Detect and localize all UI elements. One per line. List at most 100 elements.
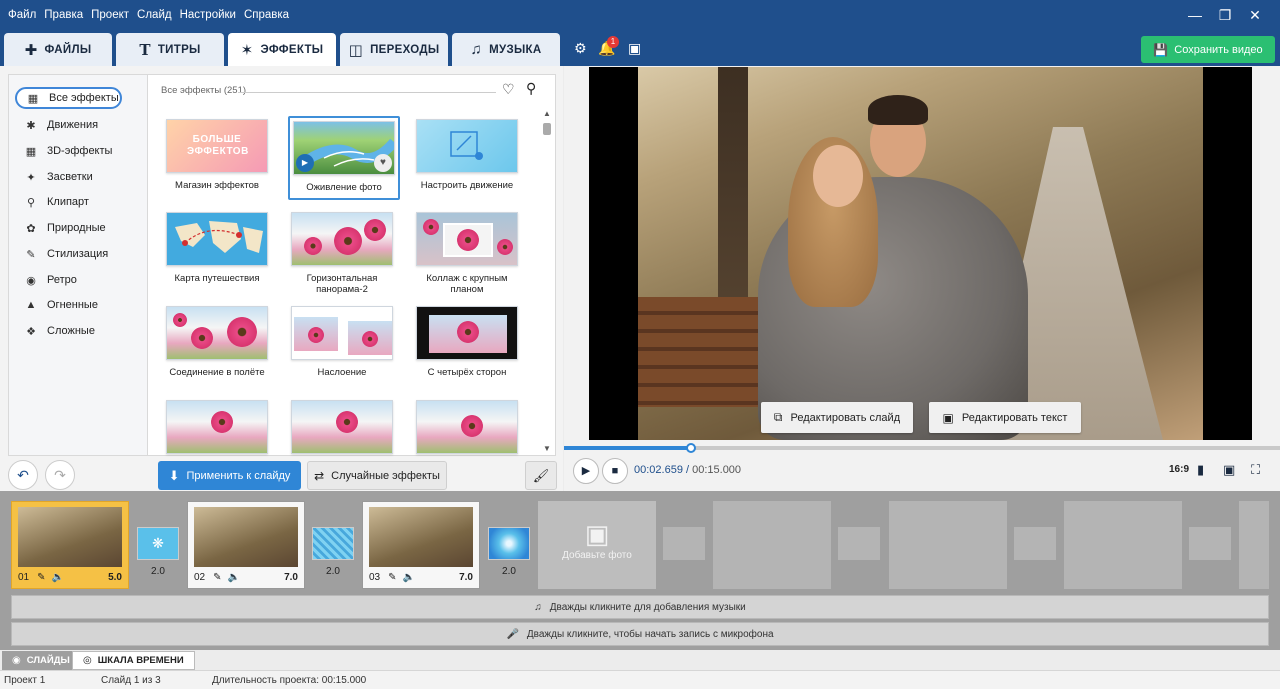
category-3d[interactable]: ▦ 3D-эффекты xyxy=(15,140,113,162)
pencil-icon[interactable]: ✎ xyxy=(213,572,221,583)
category-clipart[interactable]: ⚲ Клипарт xyxy=(15,191,89,213)
pencil-icon[interactable]: ✎ xyxy=(37,572,45,583)
slide-number: 02 xyxy=(194,572,206,583)
empty-slide-slot xyxy=(1064,501,1182,589)
slide-image xyxy=(18,507,122,567)
slide-thumbnail[interactable]: 01 ✎ 🔈 5.0 xyxy=(11,501,129,589)
tab-files[interactable]: ✚ ФАЙЛЫ xyxy=(4,33,112,66)
tab-slides[interactable]: ◉ СЛАЙДЫ xyxy=(2,651,80,670)
speaker-icon[interactable]: 🔈 xyxy=(228,572,240,583)
effect-card[interactable]: Горизонтальная панорама-2 xyxy=(289,212,395,295)
snapshot-icon[interactable]: ▣ xyxy=(1223,462,1235,478)
speaker-icon[interactable]: 🔈 xyxy=(52,572,64,583)
scroll-up-icon[interactable]: ▲ xyxy=(543,109,551,118)
play-preview-icon[interactable]: ▶ xyxy=(296,154,314,172)
category-retro[interactable]: ◉ Ретро xyxy=(15,269,77,291)
menu-edit[interactable]: Правка xyxy=(44,9,83,21)
menu-help[interactable]: Справка xyxy=(244,9,289,21)
music-track[interactable]: ♫ Дважды кликните для добавления музыки xyxy=(11,595,1269,619)
effect-card[interactable]: Карта путешествия xyxy=(164,212,270,284)
progress-knob[interactable] xyxy=(685,443,696,453)
effect-card[interactable]: ▶ ♥ Оживление фото xyxy=(288,116,400,200)
favorite-heart-icon[interactable]: ♥ xyxy=(374,154,392,172)
video-preview-panel: ⧉ Редактировать слайд ▣ Редактировать текс… xyxy=(564,66,1280,491)
clear-effects-button[interactable]: 🖌 xyxy=(525,461,557,490)
tab-effects[interactable]: ✶ ЭФФЕКТЫ xyxy=(228,33,336,66)
slide-thumbnail[interactable]: 03 ✎ 🔈 7.0 xyxy=(362,501,480,589)
undo-button[interactable]: ↶ xyxy=(8,460,38,490)
edit-slide-button[interactable]: ⧉ Редактировать слайд xyxy=(761,402,913,433)
tab-timeline[interactable]: ◎ ШКАЛА ВРЕМЕНИ xyxy=(72,651,195,670)
brush-icon: ✎ xyxy=(26,248,36,261)
menu-file[interactable]: Файл xyxy=(8,9,36,21)
aspect-ratio-toggle[interactable]: 16:9 xyxy=(1169,464,1189,475)
slide-thumbnail[interactable]: 02 ✎ 🔈 7.0 xyxy=(187,501,305,589)
play-button[interactable]: ▶ xyxy=(573,458,599,484)
play-icon: ▶ xyxy=(581,465,591,477)
category-complex[interactable]: ❖ Сложные xyxy=(15,320,95,342)
flower-icon xyxy=(336,411,358,433)
tab-transitions[interactable]: ◫ ПЕРЕХОДЫ xyxy=(340,33,448,66)
pencil-icon[interactable]: ✎ xyxy=(388,572,396,583)
effect-card[interactable] xyxy=(289,400,395,461)
slide-number: 01 xyxy=(18,572,30,583)
menu-settings[interactable]: Настройки xyxy=(180,9,236,21)
effect-card[interactable]: БОЛЬШЕ ЭФФЕКТОВ Магазин эффектов xyxy=(164,119,270,191)
effect-card[interactable] xyxy=(414,400,520,461)
stop-button[interactable]: ■ xyxy=(602,458,628,484)
tab-titles[interactable]: T ТИТРЫ xyxy=(116,33,224,66)
transition-thumbnail[interactable] xyxy=(312,527,354,560)
fullscreen-icon[interactable]: ⛶ xyxy=(1251,462,1260,478)
effect-card[interactable] xyxy=(164,400,270,461)
favorites-heart-icon[interactable]: ♡ xyxy=(502,81,515,98)
save-video-button[interactable]: 💾 Сохранить видео xyxy=(1141,36,1275,63)
transition-duration: 2.0 xyxy=(151,566,165,577)
category-fire[interactable]: ▲ Огненные xyxy=(15,294,98,316)
effects-star-icon: ✶ xyxy=(240,41,254,59)
effect-label: Карта путешествия xyxy=(174,273,260,284)
slide-meta: 02 ✎ 🔈 7.0 xyxy=(194,572,298,583)
effect-card[interactable]: Наслоение xyxy=(289,306,395,378)
effect-card[interactable]: Коллаж с крупным планом xyxy=(414,212,520,295)
transition-thumbnail[interactable]: ❋ xyxy=(137,527,179,560)
brush-icon: 🖌 xyxy=(532,468,550,483)
category-light-leaks[interactable]: ✦ Засветки xyxy=(15,166,92,188)
mic-track[interactable]: 🎤 Дважды кликните, чтобы начать запись с … xyxy=(11,622,1269,646)
effects-scrollbar[interactable]: ▲ ▼ xyxy=(542,109,552,453)
close-icon[interactable]: ✕ xyxy=(1240,7,1270,24)
search-icon[interactable]: ⚲ xyxy=(526,80,536,97)
gear-icon[interactable]: ⚙ xyxy=(574,40,587,57)
category-stylization[interactable]: ✎ Стилизация xyxy=(15,243,108,265)
playback-progress[interactable] xyxy=(564,443,1280,453)
apply-to-slide-button[interactable]: ⬇ Применить к слайду xyxy=(158,461,301,490)
transition-thumbnail[interactable] xyxy=(488,527,530,560)
redo-button[interactable]: ↷ xyxy=(45,460,75,490)
category-nature[interactable]: ✿ Природные xyxy=(15,217,105,239)
tab-music[interactable]: ♫ МУЗЫКА xyxy=(452,33,560,66)
minimize-icon[interactable]: — xyxy=(1180,7,1210,23)
effect-card[interactable]: С четырёх сторон xyxy=(414,306,520,378)
effect-card[interactable]: Соединение в полёте xyxy=(164,306,270,378)
random-effects-button[interactable]: ⇄ Случайные эффекты xyxy=(307,461,447,490)
menu-bar: Файл Правка Проект Слайд Настройки Справ… xyxy=(0,9,297,21)
gallery-icon[interactable]: ▣ xyxy=(628,40,641,57)
speaker-icon[interactable]: 🔈 xyxy=(403,572,415,583)
add-photo-slot[interactable]: ▣ Добавьте фото xyxy=(538,501,656,589)
video-player[interactable]: ⧉ Редактировать слайд ▣ Редактировать текс… xyxy=(589,67,1252,440)
category-all-effects[interactable]: ▦ Все эффекты xyxy=(15,87,122,109)
category-motion[interactable]: ✱ Движения xyxy=(15,114,98,136)
slide-duration: 5.0 xyxy=(108,572,122,583)
maximize-icon[interactable]: ❐ xyxy=(1210,7,1240,24)
file-add-icon: ✚ xyxy=(24,41,38,59)
edit-text-button[interactable]: ▣ Редактировать текст xyxy=(929,402,1081,433)
flower-icon xyxy=(211,411,233,433)
scroll-thumb[interactable] xyxy=(543,123,551,135)
fit-frame-icon[interactable]: ▮ xyxy=(1197,462,1204,478)
menu-slide[interactable]: Слайд xyxy=(137,9,172,21)
effect-card[interactable]: Настроить движение xyxy=(414,119,520,191)
preview-photo xyxy=(638,67,1203,440)
notification-badge: 1 xyxy=(607,36,619,48)
menu-project[interactable]: Проект xyxy=(91,9,129,21)
scroll-down-icon[interactable]: ▼ xyxy=(543,444,551,453)
flower-icon xyxy=(334,227,362,255)
